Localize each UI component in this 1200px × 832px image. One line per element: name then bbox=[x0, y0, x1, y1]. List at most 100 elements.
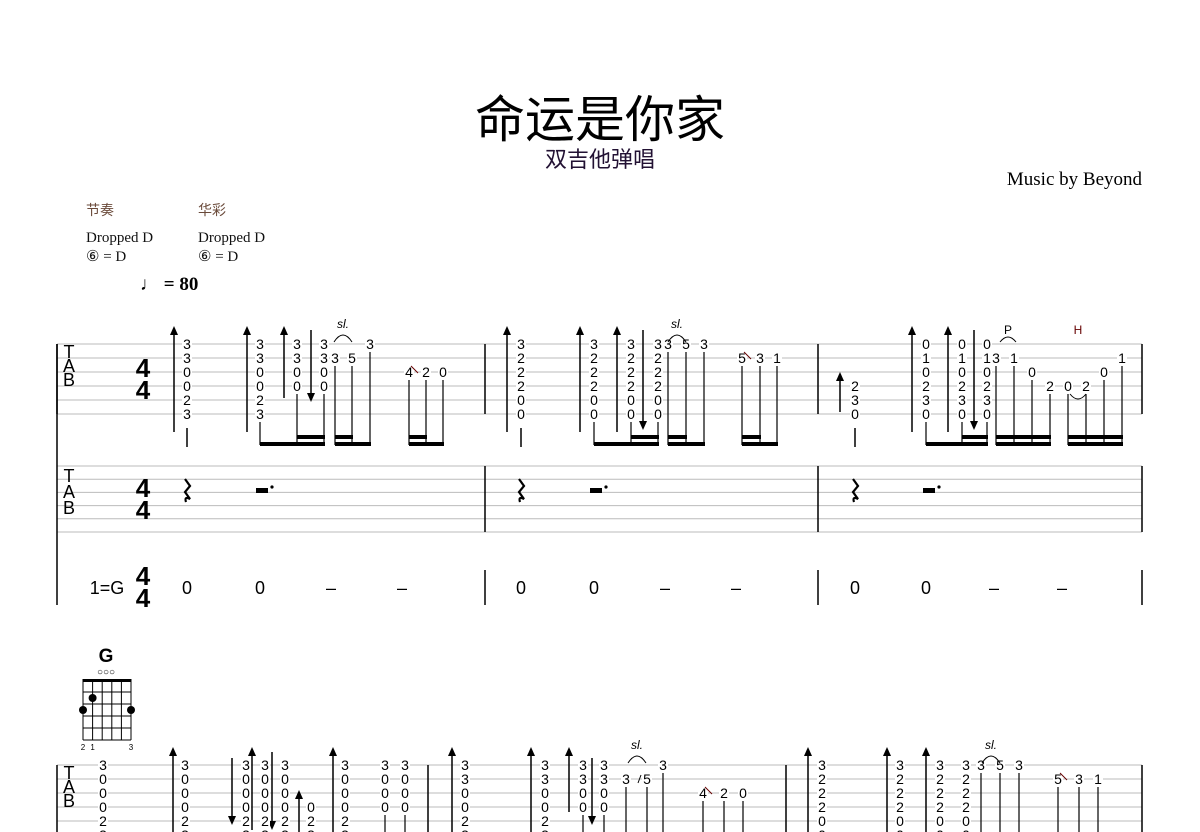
arrow-down-icon bbox=[639, 421, 647, 430]
slide-label: sl. bbox=[631, 738, 643, 752]
fret-number: 0 bbox=[590, 406, 598, 422]
slide-arc bbox=[627, 755, 647, 764]
slide-label: sl. bbox=[985, 738, 997, 752]
jianpu-note: 0 bbox=[921, 578, 931, 598]
arrow-up-icon bbox=[804, 747, 812, 756]
chord-open-strings: ○○○ bbox=[97, 667, 115, 678]
fret-number: 0 bbox=[922, 406, 930, 422]
finger-number: 1 bbox=[90, 743, 95, 752]
fret-number: 3 bbox=[261, 827, 269, 832]
jianpu-note: – bbox=[1057, 578, 1067, 598]
pull-off-arc bbox=[999, 336, 1017, 343]
fret-number: 2 bbox=[1046, 378, 1054, 394]
fret-number: 0 bbox=[654, 406, 662, 422]
fret-number: 0 bbox=[896, 827, 904, 832]
arrow-down-icon bbox=[970, 421, 978, 430]
beam bbox=[335, 442, 371, 446]
arrow-up-icon bbox=[922, 747, 930, 756]
fret-number: 1 bbox=[773, 350, 781, 366]
fret-number: 0 bbox=[293, 378, 301, 394]
arrow-up-icon bbox=[613, 326, 621, 335]
fret-number: 0 bbox=[936, 827, 944, 832]
fret-number: 3 bbox=[366, 336, 374, 352]
fret-number: 3 bbox=[992, 350, 1000, 366]
rest-dot bbox=[604, 485, 608, 489]
quarter-rest-icon bbox=[517, 478, 526, 503]
fret-number: 0 bbox=[439, 364, 447, 380]
rest-dot bbox=[937, 485, 941, 489]
beam-secondary bbox=[962, 435, 988, 439]
hammer_on-label: H bbox=[1074, 323, 1083, 337]
fret-number: 3 bbox=[341, 827, 349, 832]
jianpu-note: – bbox=[397, 578, 407, 598]
fret-number: 3 bbox=[307, 827, 315, 832]
jianpu-note: 0 bbox=[589, 578, 599, 598]
hammer-on-arc bbox=[1069, 393, 1087, 400]
fret-number: 1 bbox=[1118, 350, 1126, 366]
chord-nut bbox=[83, 679, 131, 682]
beam bbox=[742, 442, 778, 446]
finger-number: 2 bbox=[81, 743, 86, 752]
fret-number: 0 bbox=[1064, 378, 1072, 394]
fret-number: 3 bbox=[183, 406, 191, 422]
fret-number: 3 bbox=[1015, 757, 1023, 773]
fret-number: 0 bbox=[401, 799, 409, 815]
jianpu-note: – bbox=[989, 578, 999, 598]
beam-secondary bbox=[996, 435, 1051, 439]
arrow-up-icon bbox=[944, 326, 952, 335]
arrow-up-icon bbox=[248, 747, 256, 756]
fret-number: 3 bbox=[659, 757, 667, 773]
beam-secondary bbox=[1068, 435, 1123, 439]
beam-secondary bbox=[297, 435, 325, 439]
fret-number: 3 bbox=[331, 350, 339, 366]
half-rest-icon bbox=[256, 488, 268, 493]
fret-number: 1 bbox=[1010, 350, 1018, 366]
fret-number: 0 bbox=[1100, 364, 1108, 380]
arrow-up-icon bbox=[503, 326, 511, 335]
chord-finger-dot bbox=[88, 694, 97, 702]
fret-number: 5 bbox=[643, 771, 651, 787]
fret-number: 0 bbox=[851, 406, 859, 422]
time-signature-bottom: 4 bbox=[136, 375, 151, 405]
fret-number: 0 bbox=[381, 799, 389, 815]
arrow-up-icon bbox=[576, 326, 584, 335]
fret-number: 3 bbox=[181, 827, 189, 832]
beam-secondary bbox=[742, 435, 761, 439]
beam-secondary bbox=[668, 435, 687, 439]
slide-label: sl. bbox=[671, 317, 683, 331]
score-canvas: TAB 44330023330023330033003 534 2 0322200322… bbox=[56, 317, 1143, 832]
beam bbox=[594, 442, 659, 446]
beam bbox=[1068, 442, 1123, 446]
fret-number: 3 bbox=[700, 336, 708, 352]
beam bbox=[926, 442, 988, 446]
jianpu-note: 0 bbox=[516, 578, 526, 598]
arrow-down-icon bbox=[307, 393, 315, 402]
fret-number: 3 bbox=[242, 827, 250, 832]
beam bbox=[260, 442, 325, 446]
fret-number: 3 bbox=[756, 350, 764, 366]
arrow-up-icon bbox=[565, 747, 573, 756]
half-rest-icon bbox=[590, 488, 602, 493]
fret-number: 0 bbox=[958, 406, 966, 422]
tab-clef-letter: B bbox=[63, 498, 75, 518]
half-rest-icon bbox=[923, 488, 935, 493]
rest-dot bbox=[270, 485, 274, 489]
fret-number: 0 bbox=[517, 406, 525, 422]
pull_off-label: P bbox=[1004, 323, 1012, 337]
arrow-up-icon bbox=[527, 747, 535, 756]
jianpu-note: – bbox=[660, 578, 670, 598]
fret-number: 0 bbox=[1028, 364, 1036, 380]
jianpu-note: 0 bbox=[182, 578, 192, 598]
beam-secondary bbox=[631, 435, 659, 439]
arrow-up-icon bbox=[243, 326, 251, 335]
fret-number: 2 bbox=[1082, 378, 1090, 394]
arrow-up-icon bbox=[836, 372, 844, 381]
jianpu-note: 0 bbox=[255, 578, 265, 598]
fret-number: 0 bbox=[818, 827, 826, 832]
time-signature-bottom: 4 bbox=[136, 495, 151, 525]
fret-number: 0 bbox=[739, 785, 747, 801]
arrow-up-icon bbox=[329, 747, 337, 756]
fret-number: 5 bbox=[348, 350, 356, 366]
slide-label: sl. bbox=[337, 317, 349, 331]
chord-name: G bbox=[99, 646, 114, 667]
